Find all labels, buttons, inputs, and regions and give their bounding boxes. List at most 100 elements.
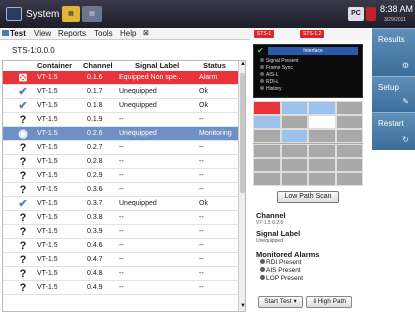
start-test-button[interactable]: Start Test ▾ xyxy=(258,296,303,308)
grid-cell[interactable] xyxy=(253,115,281,130)
cell-channel: 0.1.6 xyxy=(87,74,103,81)
grid-cell[interactable] xyxy=(335,101,363,116)
grid-cell[interactable] xyxy=(253,129,281,144)
cell-signal: Unequipped xyxy=(119,130,157,137)
cell-channel: 0.2.9 xyxy=(87,172,103,179)
grid-cell[interactable] xyxy=(308,171,336,186)
table-row[interactable]: ? VT-1.5 0.3.9 -- -- xyxy=(3,225,238,239)
table-row[interactable]: ◉ VT-1.5 0.2.6 Unequipped Monitoring xyxy=(3,127,238,141)
cell-status: -- xyxy=(199,144,204,151)
signal-label-heading: Signal Label xyxy=(256,229,301,238)
grid-cell[interactable] xyxy=(280,157,308,172)
grid-cell[interactable] xyxy=(335,143,363,158)
check-icon: ✔ xyxy=(18,198,28,210)
led-ais-l: AIS-L xyxy=(260,72,279,78)
grid-cell[interactable] xyxy=(335,115,363,130)
check-icon: ✔ xyxy=(18,100,28,112)
table-row[interactable]: ? VT-1.5 0.3.8 -- -- xyxy=(3,211,238,225)
cell-channel: 0.3.9 xyxy=(87,228,103,235)
alarm-pill-sts1[interactable]: STS-1 xyxy=(254,30,275,38)
alarm-label: RDI Present xyxy=(266,259,302,266)
channel-heading: Channel xyxy=(256,211,286,220)
cell-status: Ok xyxy=(199,200,208,207)
channel-grid[interactable] xyxy=(253,101,363,186)
table-row[interactable]: ⊠ VT-1.5 0.1.6 Equipped Non spe... Alarm xyxy=(3,71,238,85)
table-row[interactable]: ? VT-1.5 0.2.9 -- -- xyxy=(3,169,238,183)
table-row[interactable]: ? VT-1.5 0.2.7 -- -- xyxy=(3,141,238,155)
menu-help[interactable]: Help xyxy=(120,29,136,38)
grid-cell[interactable] xyxy=(253,101,281,116)
table-row[interactable]: ? VT-1.5 0.4.9 -- -- xyxy=(3,281,238,295)
question-icon: ? xyxy=(19,170,27,182)
led-history: History xyxy=(260,86,282,92)
question-icon: ? xyxy=(19,282,27,294)
pc-icon[interactable]: PC xyxy=(348,7,364,21)
grid-cell[interactable] xyxy=(280,115,308,130)
results-button[interactable]: Results ⚙ xyxy=(372,28,415,76)
cell-channel: 0.2.7 xyxy=(87,144,103,151)
menu-tools[interactable]: Tools xyxy=(94,29,113,38)
grid-cell[interactable] xyxy=(253,157,281,172)
menu-view[interactable]: View xyxy=(34,29,51,38)
cell-signal: -- xyxy=(119,270,124,277)
setup-button[interactable]: Setup ✎ xyxy=(372,76,415,112)
cell-container: VT-1.5 xyxy=(37,102,58,109)
table-row[interactable]: ✔ VT-1.5 0.3.7 Unequipped Ok xyxy=(3,197,238,211)
grid-cell[interactable] xyxy=(308,143,336,158)
grid-cell[interactable] xyxy=(253,143,281,158)
system-icon[interactable] xyxy=(6,7,22,21)
start-test-label: Start Test xyxy=(264,298,292,305)
table-row[interactable]: ✔ VT-1.5 0.1.8 Unequipped Ok xyxy=(3,99,238,113)
clock-date: 3/29/2011 xyxy=(384,17,406,23)
test-app-icon[interactable]: ▦ xyxy=(62,6,80,22)
col-channel[interactable]: Channel xyxy=(83,61,113,70)
signal-label-value: Unequipped xyxy=(256,238,283,244)
cell-container: VT-1.5 xyxy=(37,88,58,95)
table-row[interactable]: ? VT-1.5 0.4.8 -- -- xyxy=(3,267,238,281)
grid-cell[interactable] xyxy=(280,101,308,116)
alarm-pill-sts12[interactable]: STS-1.2 xyxy=(300,30,325,38)
col-container[interactable]: Container xyxy=(37,61,72,70)
system-label[interactable]: System xyxy=(26,9,59,20)
table-row[interactable]: ? VT-1.5 0.4.7 -- -- xyxy=(3,253,238,267)
grid-cell[interactable] xyxy=(280,129,308,144)
table-row[interactable]: ✔ VT-1.5 0.1.7 Unequipped Ok xyxy=(3,85,238,99)
low-path-scan-button[interactable]: Low Path Scan xyxy=(277,191,339,203)
restart-button[interactable]: Restart ↻ xyxy=(372,112,415,150)
grid-cell[interactable] xyxy=(308,101,336,116)
cell-signal: -- xyxy=(119,228,124,235)
col-status[interactable]: Status xyxy=(203,61,226,70)
high-path-button[interactable]: ⇓High Path xyxy=(306,296,352,308)
grid-cell[interactable] xyxy=(308,129,336,144)
table-scrollbar[interactable]: ▲ ▼ xyxy=(238,61,245,311)
cell-signal: -- xyxy=(119,284,124,291)
grid-cell[interactable] xyxy=(308,115,336,130)
table-row[interactable]: ? VT-1.5 0.2.8 -- -- xyxy=(3,155,238,169)
menu-reports[interactable]: Reports xyxy=(58,29,86,38)
alert-icon[interactable] xyxy=(366,7,376,21)
col-signal-label[interactable]: Signal Label xyxy=(135,61,179,70)
grid-cell[interactable] xyxy=(335,171,363,186)
grid-cell[interactable] xyxy=(335,129,363,144)
help-pointer-icon[interactable]: ⊠ xyxy=(143,29,149,37)
scroll-thumb[interactable] xyxy=(240,73,245,193)
tests-icon[interactable]: ▤ xyxy=(82,6,102,22)
grid-cell[interactable] xyxy=(335,157,363,172)
cell-status: Ok xyxy=(199,102,208,109)
table-header: Container Channel Signal Label Status xyxy=(3,61,238,71)
cell-channel: 0.1.7 xyxy=(87,88,103,95)
grid-cell[interactable] xyxy=(308,157,336,172)
grid-cell[interactable] xyxy=(253,171,281,186)
cell-signal: Unequipped xyxy=(119,102,157,109)
cell-status: Monitoring xyxy=(199,130,232,137)
menu-test[interactable]: Test xyxy=(2,29,26,38)
table-row[interactable]: ? VT-1.5 0.3.6 -- -- xyxy=(3,183,238,197)
table-row[interactable]: ? VT-1.5 0.1.9 -- -- xyxy=(3,113,238,127)
table-row[interactable]: ? VT-1.5 0.4.6 -- -- xyxy=(3,239,238,253)
cell-container: VT-1.5 xyxy=(37,74,58,81)
results-label: Results xyxy=(378,35,405,44)
scroll-up-icon[interactable]: ▲ xyxy=(239,61,245,69)
grid-cell[interactable] xyxy=(280,143,308,158)
grid-cell[interactable] xyxy=(280,171,308,186)
scroll-down-icon[interactable]: ▼ xyxy=(239,303,245,311)
